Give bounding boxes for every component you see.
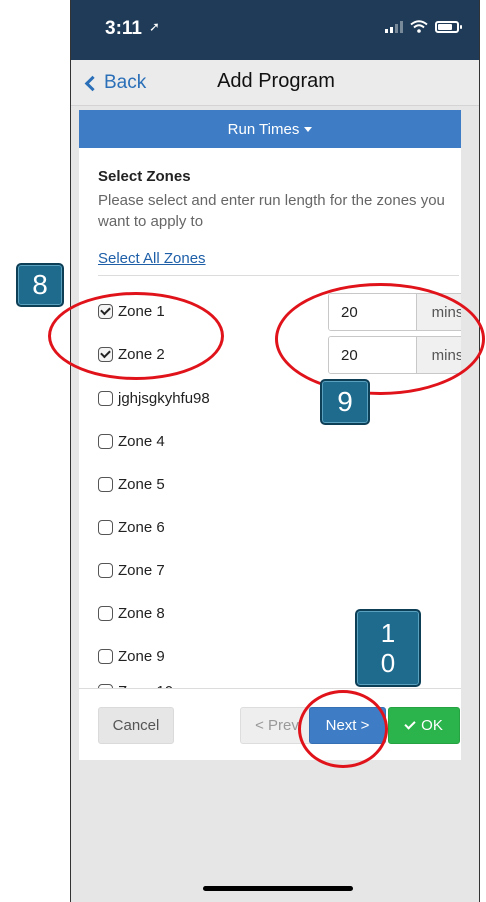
zone-2-minutes-input[interactable] (329, 337, 417, 373)
cancel-button[interactable]: Cancel (98, 707, 174, 744)
battery-icon (435, 20, 462, 33)
zone-9-checkbox[interactable] (98, 648, 113, 664)
prev-button[interactable]: < Prev (240, 707, 314, 744)
location-arrow-icon: ➚ (149, 19, 160, 34)
badge-10-line2: 0 (380, 648, 396, 678)
zone-1-checkbox[interactable] (98, 303, 113, 319)
zone-label: Zone 9 (118, 647, 165, 665)
zone-7-checkbox[interactable] (98, 562, 113, 578)
zone-label: Zone 8 (118, 604, 165, 622)
ok-label: OK (421, 717, 443, 734)
zone-label: Zone 2 (118, 345, 165, 363)
ok-button[interactable]: OK (388, 707, 460, 744)
zone-2-run-time: mins (328, 336, 461, 374)
zone-label: jghjsgkyhfu98 (118, 389, 210, 407)
status-bar: 3:11 ➚ (71, 0, 479, 60)
navigation-bar: Back Add Program (71, 60, 479, 106)
zone-item-4[interactable]: Zone 4 (98, 430, 165, 452)
cellular-signal-icon (385, 20, 403, 33)
zone-8-checkbox[interactable] (98, 605, 113, 621)
step-badge-9: 9 (320, 379, 370, 425)
divider (98, 275, 459, 276)
minutes-unit-label: mins (417, 294, 461, 330)
zone-item-8[interactable]: Zone 8 (98, 602, 165, 624)
zone-label: Zone 5 (118, 475, 165, 493)
zone-item-6[interactable]: Zone 6 (98, 516, 165, 538)
wizard-footer: Cancel < Prev Next > OK (79, 689, 461, 760)
next-button[interactable]: Next > (309, 707, 386, 744)
status-time: 3:11 (105, 18, 142, 39)
zone-item-1[interactable]: Zone 1 (98, 300, 165, 322)
select-all-zones-link[interactable]: Select All Zones (98, 250, 206, 267)
zone-5-checkbox[interactable] (98, 476, 113, 492)
zone-item-7[interactable]: Zone 7 (98, 559, 165, 581)
zone-label: Zone 4 (118, 432, 165, 450)
zone-label: Zone 1 (118, 302, 165, 320)
back-button[interactable]: Back (83, 68, 146, 98)
badge-10-line1: 1 (380, 618, 396, 648)
check-icon (404, 718, 416, 730)
zone-1-minutes-input[interactable] (329, 294, 417, 330)
zone-item-3[interactable]: jghjsgkyhfu98 (98, 387, 210, 409)
phone-screen: 3:11 ➚ Back Add Program Run Times Select… (70, 0, 480, 902)
zone-3-checkbox[interactable] (98, 390, 113, 406)
zone-label: Zone 7 (118, 561, 165, 579)
zone-item-2[interactable]: Zone 2 (98, 343, 165, 365)
run-times-label: Run Times (227, 120, 300, 138)
minutes-unit-label: mins (417, 337, 461, 373)
wifi-icon (410, 20, 428, 33)
zone-6-checkbox[interactable] (98, 519, 113, 535)
status-icons (385, 20, 462, 33)
select-zones-heading: Select Zones (98, 168, 191, 185)
zone-4-checkbox[interactable] (98, 433, 113, 449)
run-times-dropdown[interactable]: Run Times (79, 110, 461, 148)
select-zones-description: Please select and enter run length for t… (98, 192, 445, 230)
back-label: Back (104, 72, 147, 93)
zone-2-checkbox[interactable] (98, 346, 113, 362)
zone-item-9[interactable]: Zone 9 (98, 645, 165, 667)
zone-item-5[interactable]: Zone 5 (98, 473, 165, 495)
step-badge-8: 8 (16, 263, 64, 307)
home-indicator (203, 886, 353, 891)
zone-1-run-time: mins (328, 293, 461, 331)
chevron-left-icon (84, 75, 101, 91)
step-badge-10: 1 0 (355, 609, 421, 687)
zone-label: Zone 6 (118, 518, 165, 536)
caret-down-icon (304, 126, 313, 132)
screenshot-stage: 3:11 ➚ Back Add Program Run Times Select… (0, 0, 486, 902)
